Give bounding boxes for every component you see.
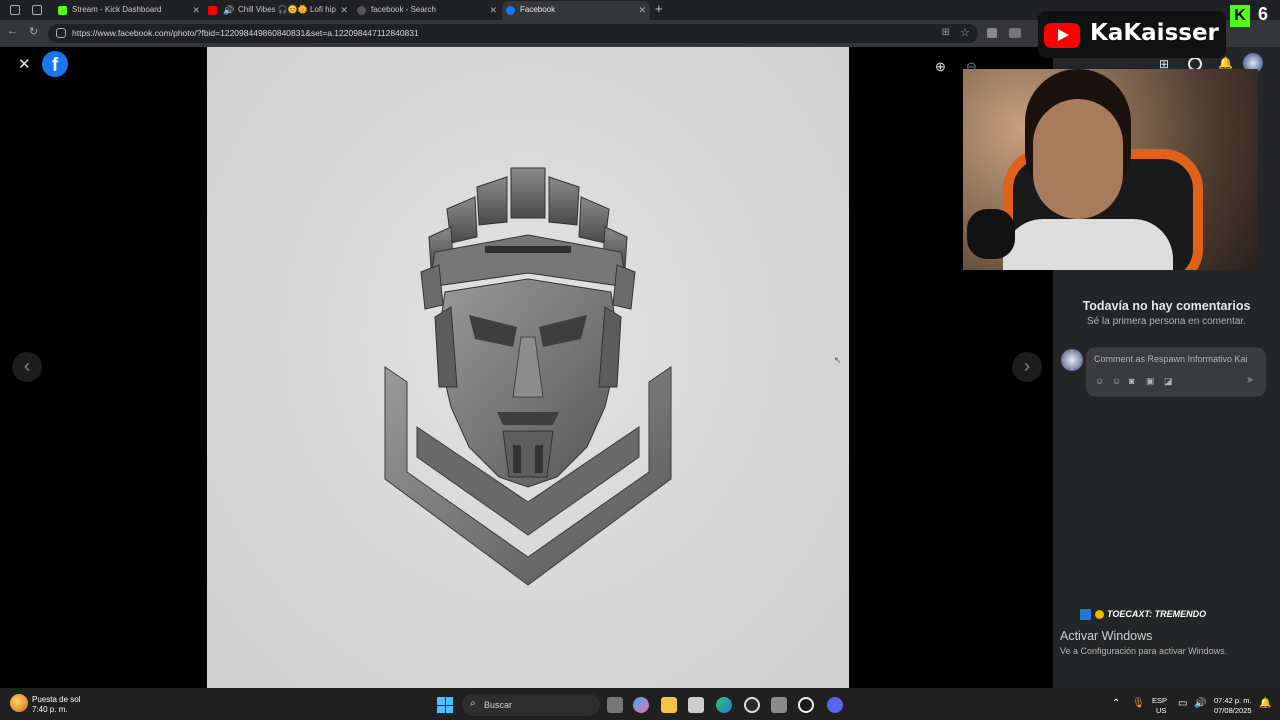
sticker-icon[interactable]: ◪: [1164, 376, 1173, 387]
tab-title: facebook - Search: [371, 5, 436, 14]
streamer-shirt: [1003, 219, 1173, 270]
taskbar-search[interactable]: ⌕ Buscar: [462, 694, 600, 716]
kick-viewer-count: 6: [1258, 4, 1269, 24]
reload-icon[interactable]: ↻: [29, 25, 38, 38]
discord-icon[interactable]: [827, 697, 843, 713]
commenter-avatar: [1061, 349, 1083, 371]
comment-placeholder: Comment as Respawn Informativo Kai: [1094, 354, 1248, 364]
notifications-bell-icon[interactable]: 🔔: [1218, 56, 1233, 70]
clock-date[interactable]: 07/08/2025: [1214, 706, 1252, 715]
chevron-left-icon: ‹: [24, 356, 30, 376]
obs-icon[interactable]: [798, 697, 814, 713]
kick-icon: [58, 6, 67, 15]
copilot-icon[interactable]: [633, 697, 649, 713]
close-tab-icon[interactable]: ✕: [192, 1, 200, 19]
avatar-sticker-icon[interactable]: ☺: [1095, 376, 1104, 386]
tab-title: Facebook: [520, 5, 556, 14]
steam-icon[interactable]: [744, 697, 760, 713]
address-bar[interactable]: https://www.facebook.com/photo/?fbid=122…: [48, 24, 978, 43]
microphone: [967, 209, 1015, 259]
mouse-cursor-icon: ↖: [834, 355, 842, 365]
bookmark-star-icon[interactable]: ☆: [960, 26, 970, 39]
ticker-badge-icon: [1095, 610, 1104, 619]
tab-kick-dashboard[interactable]: Stream - Kick Dashboard ✕: [54, 1, 204, 20]
start-button-icon[interactable]: [437, 697, 453, 713]
comment-input[interactable]: Comment as Respawn Informativo Kai ☺ ☺ ◙…: [1086, 347, 1266, 397]
photo-image: [207, 47, 849, 688]
tab-chill-vibes[interactable]: 🔊 Chill Vibes 🎧😊🌼 Lofi hip ✕: [204, 1, 352, 20]
chevron-right-icon: ›: [1024, 356, 1030, 376]
microphone-icon[interactable]: 🎙: [1132, 698, 1145, 709]
ticker-icon: [1080, 609, 1091, 620]
tab-list-icon[interactable]: [32, 5, 42, 15]
close-tab-icon[interactable]: ✕: [638, 1, 646, 19]
close-tab-icon[interactable]: ✕: [489, 1, 497, 19]
stream-ticker: TOECAXT: TREMENDO: [1107, 609, 1207, 619]
send-icon[interactable]: ➤: [1246, 375, 1254, 386]
back-icon[interactable]: ←: [7, 25, 18, 37]
url-text: https://www.facebook.com/photo/?fbid=122…: [72, 28, 419, 38]
tab-facebook-search[interactable]: facebook - Search ✕: [353, 1, 501, 20]
activate-windows-subtitle: Ve a Configuración para activar Windows.: [1060, 646, 1228, 656]
notification-center-icon[interactable]: 🔔: [1259, 698, 1271, 709]
close-viewer-button[interactable]: ✕: [18, 55, 31, 73]
volume-icon[interactable]: 🔊: [1194, 698, 1206, 709]
extension-icon[interactable]: [987, 28, 997, 38]
gladiator-emblem-image: [384, 167, 672, 586]
clock-time[interactable]: 07:42 p. m.: [1214, 696, 1252, 705]
kick-logo: K: [1230, 5, 1250, 27]
emoji-icon[interactable]: ☺: [1112, 376, 1121, 386]
speaker-icon[interactable]: 🔊: [223, 1, 234, 19]
camera-icon[interactable]: ◙: [1129, 376, 1134, 386]
weather-icon[interactable]: [10, 694, 28, 712]
profile-icon[interactable]: [10, 5, 20, 15]
next-photo-button[interactable]: ›: [1012, 352, 1042, 382]
tab-facebook[interactable]: Facebook ✕: [502, 1, 650, 20]
camera-app-icon[interactable]: [771, 697, 787, 713]
zoom-in-icon[interactable]: ⊕: [935, 59, 946, 75]
file-explorer-icon[interactable]: [661, 697, 677, 713]
streamer-head: [1033, 99, 1123, 219]
search-icon: [357, 6, 366, 15]
site-info-icon[interactable]: [56, 28, 66, 38]
no-comments-subtext: Sé la primera persona en comentar.: [1087, 316, 1246, 327]
youtube-icon: [208, 6, 217, 15]
close-tab-icon[interactable]: ✕: [340, 1, 348, 19]
channel-name: KaKaisser: [1090, 20, 1219, 46]
task-view-icon[interactable]: [607, 697, 623, 713]
install-app-icon[interactable]: ⊞: [942, 27, 950, 38]
no-comments-heading: Todavía no hay comentarios: [1082, 299, 1251, 313]
youtube-channel-badge: KaKaisser: [1038, 11, 1226, 58]
weather-label: Puesta de sol: [32, 695, 81, 704]
show-hidden-icons-icon[interactable]: ⌃: [1112, 698, 1120, 709]
activate-windows-title: Activar Windows: [1060, 629, 1153, 643]
store-icon[interactable]: [688, 697, 704, 713]
tab-title: Chill Vibes 🎧😊🌼 Lofi hip: [238, 5, 336, 14]
language-top[interactable]: ESP: [1152, 696, 1167, 705]
tab-title: Stream - Kick Dashboard: [72, 5, 162, 14]
network-icon[interactable]: ▭: [1178, 698, 1187, 709]
youtube-icon: [1044, 23, 1080, 48]
language-bottom[interactable]: US: [1156, 706, 1166, 715]
webcam-overlay: [963, 69, 1258, 270]
facebook-logo[interactable]: f: [42, 51, 68, 77]
new-tab-button[interactable]: +: [655, 1, 663, 16]
facebook-icon: [506, 6, 515, 15]
search-icon: ⌕: [470, 698, 476, 709]
gif-icon[interactable]: ▣: [1146, 376, 1155, 387]
edge-icon[interactable]: [716, 697, 732, 713]
previous-photo-button[interactable]: ‹: [12, 352, 42, 382]
search-label: Buscar: [484, 700, 513, 710]
weather-time: 7:40 p. m.: [32, 705, 68, 714]
extension-icon[interactable]: [1009, 28, 1021, 38]
